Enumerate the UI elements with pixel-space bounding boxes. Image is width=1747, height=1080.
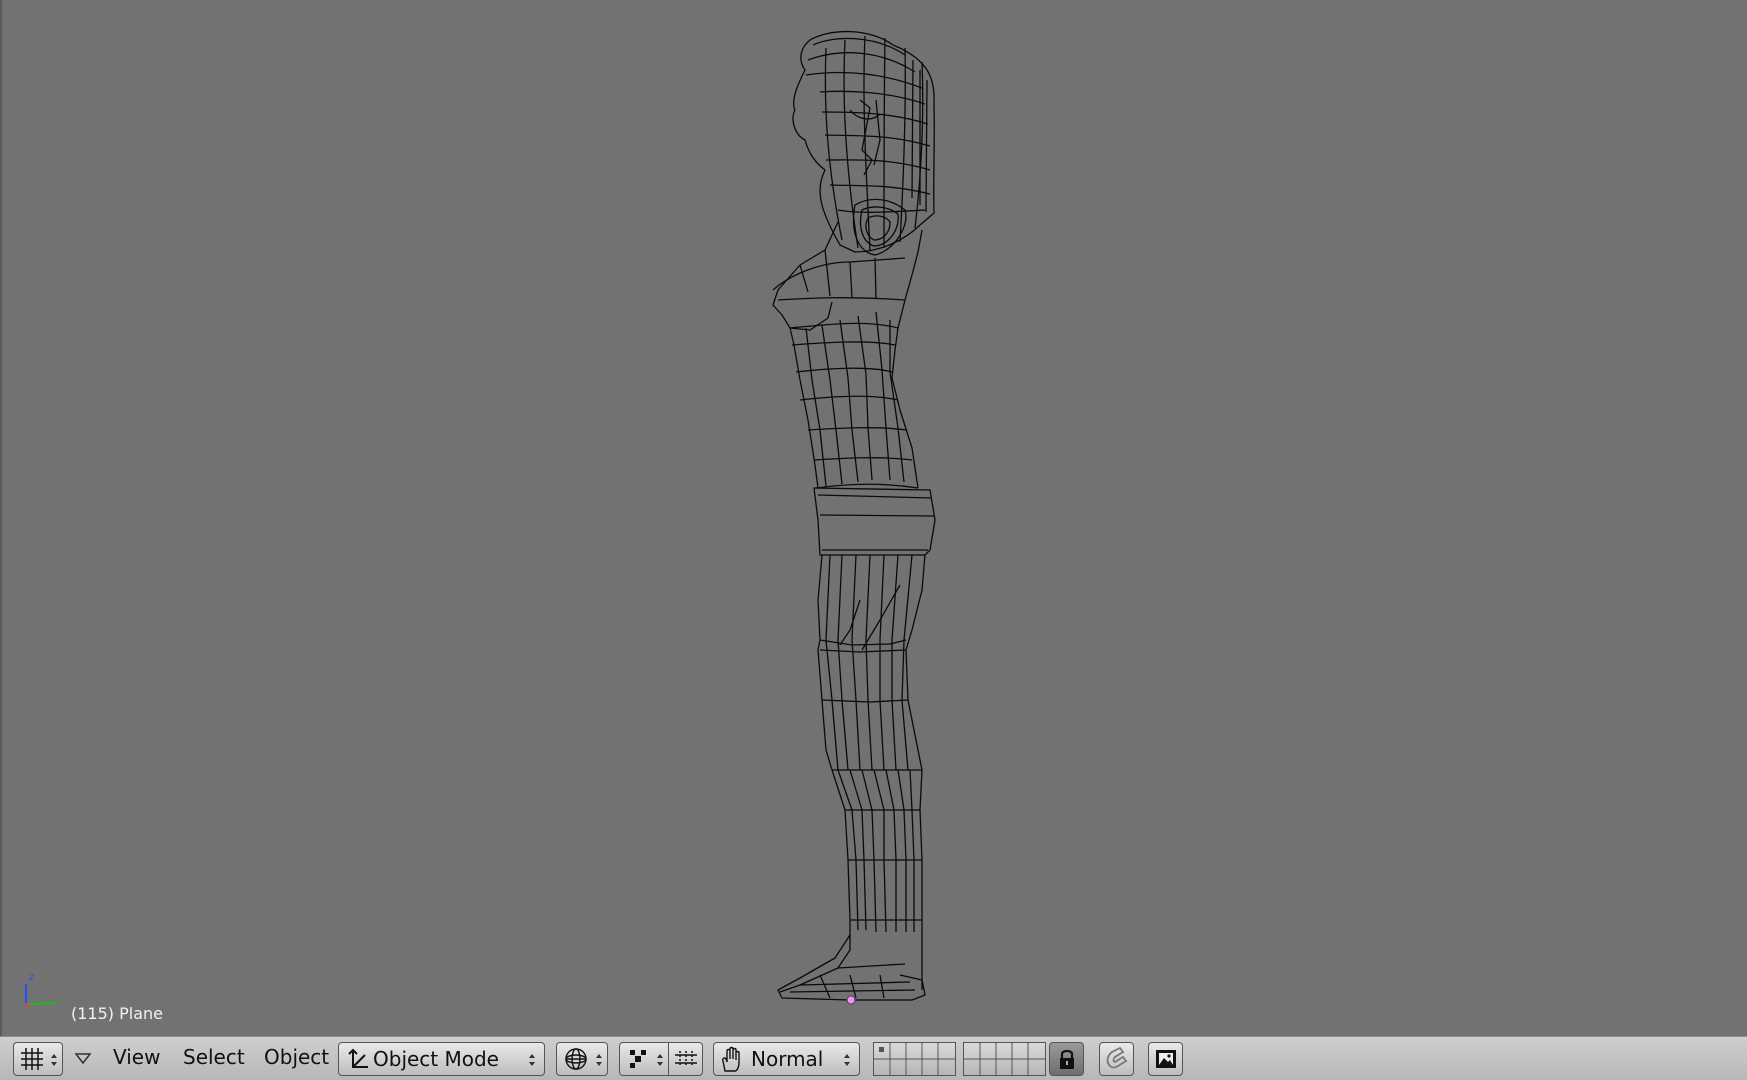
render-image-icon: [1155, 1050, 1176, 1068]
collapse-menu-icon[interactable]: [74, 1051, 92, 1067]
leg-front: [817, 554, 833, 771]
layer-grid-icon: [964, 1043, 1045, 1075]
updown-arrows-icon: [596, 1054, 602, 1066]
object-mode-icon: [348, 1048, 368, 1068]
axis-gizmo: z: [25, 972, 59, 1007]
shin-front: [779, 769, 851, 993]
manipulator-icon: [675, 1051, 697, 1067]
mode-select-value: Object Mode: [373, 1047, 499, 1071]
pivot-point-button[interactable]: [619, 1042, 669, 1076]
draw-type-button[interactable]: [556, 1042, 608, 1076]
torso-back: [891, 327, 919, 489]
hand-icon: [722, 1046, 740, 1072]
mode-select[interactable]: Object Mode: [338, 1042, 545, 1076]
manipulator-button[interactable]: [668, 1042, 703, 1076]
wireframe-figure: [772, 30, 936, 1005]
orientation-select-value: Normal: [751, 1047, 824, 1071]
lock-layers-button[interactable]: [1049, 1042, 1084, 1076]
updown-arrows-icon: [529, 1054, 535, 1066]
editor-type-button[interactable]: [13, 1042, 63, 1076]
menu-select[interactable]: Select: [183, 1045, 245, 1069]
updown-arrows-icon: [844, 1054, 850, 1066]
wireframe-sphere-icon: [565, 1048, 587, 1070]
object-info-label: (115) Plane: [71, 1004, 163, 1023]
menu-object[interactable]: Object: [264, 1045, 329, 1069]
grid-icon: [21, 1048, 43, 1070]
snap-toggle-button[interactable]: [1099, 1042, 1134, 1076]
layer-block-1[interactable]: [873, 1042, 956, 1076]
layer-block-2[interactable]: [963, 1042, 1046, 1076]
shin-back: [919, 769, 923, 990]
updown-arrows-icon: [657, 1054, 663, 1066]
3d-view-header: View Select Object Object Mode Normal: [0, 1036, 1747, 1080]
render-button[interactable]: [1148, 1042, 1183, 1076]
z-axis-label: z: [29, 972, 34, 983]
origin-point: [846, 995, 856, 1005]
lock-icon: [1059, 1049, 1074, 1069]
pivot-point-icon: [630, 1050, 646, 1068]
layer-grid-icon: [874, 1043, 955, 1075]
torso-front: [789, 327, 819, 489]
menu-view[interactable]: View: [113, 1045, 160, 1069]
magnet-icon: [1106, 1046, 1127, 1069]
updown-arrows-icon: [51, 1054, 57, 1066]
3d-viewport[interactable]: z (115) Plane: [0, 0, 1747, 1036]
orientation-select[interactable]: Normal: [713, 1042, 860, 1076]
